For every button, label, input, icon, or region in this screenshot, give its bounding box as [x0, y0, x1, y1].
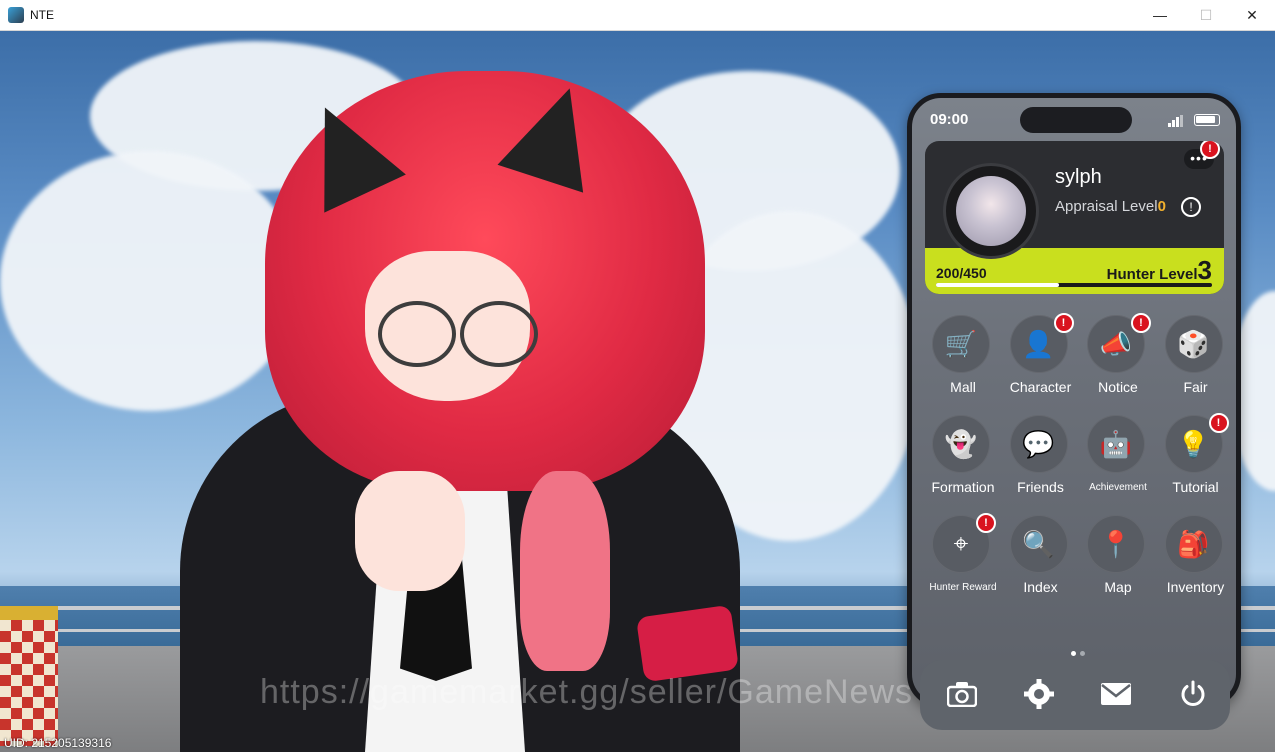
camera-icon — [947, 682, 977, 707]
dice-icon: 🎲 — [1164, 315, 1223, 373]
avatar-frame[interactable] — [943, 163, 1039, 259]
settings-gear-icon — [1024, 679, 1054, 709]
map-pin-icon: 📍 — [1087, 515, 1145, 573]
cart-icon: 🛒 — [932, 315, 990, 373]
app-label: Mall — [950, 379, 976, 395]
xp-progress-text: 200/450 — [936, 265, 987, 281]
username: sylph — [1055, 166, 1102, 188]
window-controls: — ☐ ✕ — [1137, 0, 1275, 30]
app-label: Tutorial — [1172, 479, 1219, 495]
power-icon — [1181, 680, 1205, 706]
cat-plush-keychain — [520, 471, 610, 671]
phone-notch — [1020, 107, 1132, 133]
checkered-barrier — [0, 606, 58, 746]
glasses-lens-left — [378, 301, 456, 367]
app-notice-button[interactable]: 📣 Notice! — [1075, 313, 1153, 407]
app-tutorial-button[interactable]: 💡 Tutorial! — [1153, 413, 1231, 507]
page-indicator — [1069, 643, 1087, 661]
notification-badge: ! — [1208, 413, 1229, 433]
backpack-icon: 🎒 — [1164, 515, 1223, 573]
battery-icon — [1194, 114, 1220, 126]
app-label: Map — [1104, 579, 1132, 595]
ghost-icon: 👻 — [932, 415, 990, 473]
app-logo-icon — [8, 7, 24, 23]
minimize-button[interactable]: — — [1137, 0, 1183, 30]
xp-progress-fill — [936, 283, 1059, 287]
app-label: Friends — [1017, 479, 1064, 495]
appraisal-level: Appraisal Level0 — [1055, 198, 1166, 215]
document-search-icon: 🔍 — [1009, 515, 1068, 573]
info-icon[interactable]: ! — [1181, 197, 1201, 217]
app-inventory-button[interactable]: 🎒 Inventory — [1153, 515, 1231, 607]
app-hunter-reward-button[interactable]: ⌖ Hunter Reward! — [920, 513, 998, 607]
app-label: Hunter Reward — [929, 582, 997, 593]
watermark: https://gamemarket.gg/seller/GameNews — [260, 673, 914, 711]
signal-icon — [1168, 115, 1184, 127]
page-dot[interactable] — [1080, 651, 1085, 656]
app-label: Inventory — [1166, 579, 1225, 595]
app-label: Achievement — [1089, 482, 1147, 493]
notification-badge: ! — [1131, 313, 1151, 333]
app-label: Notice — [1098, 379, 1138, 395]
app-index-button[interactable]: 🔍 Index — [998, 515, 1076, 607]
app-mall-button[interactable]: 🛒 Mall — [920, 315, 998, 407]
cloud — [0, 151, 300, 411]
app-label: Formation — [931, 479, 995, 495]
hunter-level-label: Hunter Level — [1106, 266, 1198, 283]
phone-menu: 09:00 sylph Appraisal Level0 ! ••• ! 200… — [907, 93, 1241, 730]
app-map-button[interactable]: 📍 Map — [1075, 515, 1153, 607]
close-button[interactable]: ✕ — [1229, 0, 1275, 30]
app-character-button[interactable]: 👤 Character! — [998, 313, 1076, 407]
notification-badge: ! — [976, 513, 996, 533]
window-title: NTE — [30, 8, 54, 22]
phone-status-bar: 09:00 — [912, 98, 1236, 142]
profile-card[interactable]: sylph Appraisal Level0 ! ••• ! 200/450 H… — [925, 141, 1224, 294]
camera-button[interactable] — [942, 674, 982, 714]
app-friends-button[interactable]: 💬 Friends — [998, 415, 1076, 507]
app-label: Character — [1009, 379, 1072, 395]
avatar — [956, 176, 1026, 246]
phone-dock — [920, 660, 1230, 730]
game-viewport[interactable]: https://gamemarket.gg/seller/GameNews UI… — [0, 31, 1275, 752]
app-label: Index — [1023, 579, 1058, 595]
app-formation-button[interactable]: 👻 Formation — [920, 415, 998, 507]
app-fair-button[interactable]: 🎲 Fair — [1153, 315, 1231, 407]
notification-badge: ! — [1053, 313, 1074, 333]
mail-button[interactable] — [1096, 674, 1136, 714]
appraisal-value: 0 — [1157, 198, 1166, 215]
settings-button[interactable] — [1019, 674, 1059, 714]
robot-icon: 🤖 — [1087, 415, 1145, 473]
phone-clock: 09:00 — [930, 111, 969, 128]
mail-icon — [1101, 683, 1131, 705]
player-uid: UID: 215205139316 — [4, 736, 112, 750]
maximize-button[interactable]: ☐ — [1183, 0, 1229, 30]
glasses-lens-right — [460, 301, 538, 367]
title-bar: NTE — ☐ ✕ — [0, 0, 1275, 31]
appraisal-label: Appraisal Level — [1055, 198, 1158, 215]
power-button[interactable] — [1173, 674, 1213, 714]
page-dot[interactable] — [1071, 651, 1076, 656]
notification-badge: ! — [1200, 141, 1220, 159]
app-achievement-button[interactable]: 🤖 Achievement — [1075, 415, 1153, 507]
app-label: Fair — [1183, 379, 1208, 395]
chat-bubble-icon: 💬 — [1009, 415, 1068, 473]
xp-progress-bar — [936, 283, 1212, 287]
hunter-level-value: 3 — [1197, 255, 1212, 285]
character-armband — [635, 604, 740, 683]
character-hand — [355, 471, 465, 591]
hunter-level: Hunter Level3 — [1107, 255, 1212, 286]
